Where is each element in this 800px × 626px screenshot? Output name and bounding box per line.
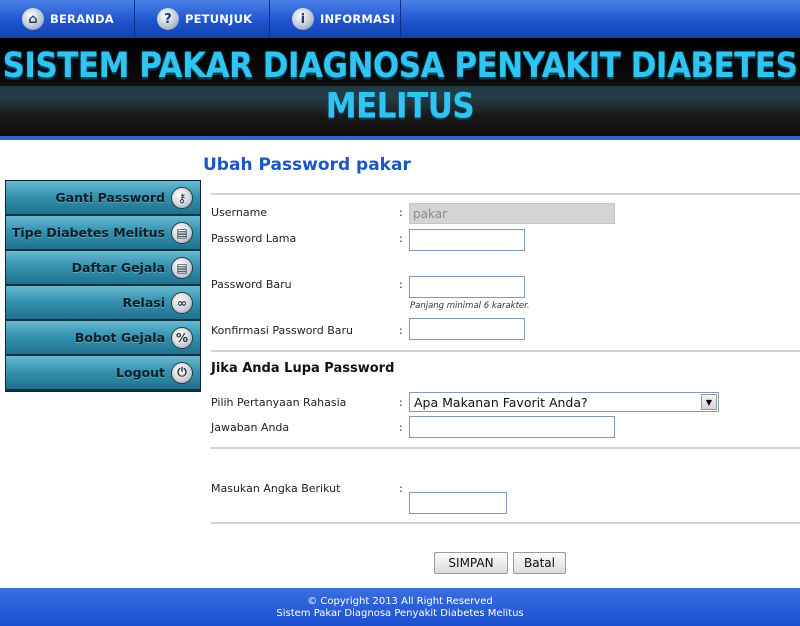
divider — [211, 350, 800, 352]
colon: : — [399, 396, 403, 409]
recovery-heading: Jika Anda Lupa Password — [211, 361, 395, 376]
link-icon: ∞ — [171, 291, 193, 314]
nav-beranda[interactable]: ⌂ BERANDA — [0, 0, 135, 38]
confirm-password-field[interactable] — [409, 318, 525, 340]
divider — [211, 522, 800, 524]
percent-icon: % — [171, 326, 193, 349]
password-hint: Panjang minimal 6 karakter. — [410, 301, 530, 311]
top-navigation: ⌂ BERANDA ? PETUNJUK i INFORMASI — [0, 0, 800, 38]
dropdown-arrow-icon[interactable]: ▼ — [701, 394, 717, 410]
footer: © Copyright 2013 All Right Reserved Sist… — [0, 588, 800, 626]
sidebar-menu: Ganti Password ⚷ Tipe Diabetes Melitus ▤… — [5, 180, 201, 392]
sidebar-item-label: Relasi — [122, 295, 165, 310]
document-icon: ▤ — [171, 221, 193, 244]
new-password-field[interactable] — [409, 276, 525, 298]
copyright-text: © Copyright 2013 All Right Reserved — [307, 596, 493, 607]
nav-label: PETUNJUK — [185, 12, 253, 26]
divider — [211, 447, 800, 449]
help-icon: ? — [157, 8, 179, 30]
answer-label: Jawaban Anda — [211, 421, 290, 434]
sidebar-item-label: Daftar Gejala — [71, 260, 165, 275]
nav-informasi[interactable]: i INFORMASI — [270, 0, 401, 38]
sidebar-item-ganti-password[interactable]: Ganti Password ⚷ — [6, 181, 200, 215]
key-icon: ⚷ — [171, 186, 193, 209]
header-banner: SISTEM PAKAR DIAGNOSA PENYAKIT DIABETES … — [0, 38, 800, 136]
sidebar-item-label: Bobot Gejala — [74, 330, 165, 345]
secret-question-select[interactable]: Apa Makanan Favorit Anda? ▼ — [409, 392, 719, 412]
username-label: Username — [211, 206, 268, 219]
captcha-field[interactable] — [409, 492, 507, 514]
sidebar-item-logout[interactable]: Logout ⏻ — [6, 356, 200, 390]
colon: : — [399, 324, 403, 337]
info-icon: i — [292, 8, 314, 30]
sidebar-item-bobot-gejala[interactable]: Bobot Gejala % — [6, 321, 200, 355]
nav-label: BERANDA — [50, 12, 114, 26]
banner-divider — [0, 136, 800, 140]
nav-label: INFORMASI — [320, 12, 396, 26]
colon: : — [399, 206, 403, 219]
confirm-password-label: Konfirmasi Password Baru — [211, 324, 354, 337]
old-password-field[interactable] — [409, 229, 525, 251]
new-password-label: Password Baru — [211, 278, 292, 291]
secret-question-value: Apa Makanan Favorit Anda? — [414, 394, 588, 410]
sidebar-item-label: Logout — [116, 365, 165, 380]
page-title: Ubah Password pakar — [203, 155, 411, 175]
sidebar-item-tipe-diabetes[interactable]: Tipe Diabetes Melitus ▤ — [6, 216, 200, 250]
banner-title: SISTEM PAKAR DIAGNOSA PENYAKIT DIABETES … — [2, 45, 798, 127]
sidebar-item-label: Ganti Password — [55, 190, 165, 205]
cancel-button[interactable]: Batal — [513, 552, 566, 574]
footer-app-name: Sistem Pakar Diagnosa Penyakit Diabetes … — [276, 608, 524, 619]
colon: : — [399, 482, 403, 495]
nav-petunjuk[interactable]: ? PETUNJUK — [135, 0, 270, 38]
colon: : — [399, 232, 403, 245]
answer-field[interactable] — [409, 416, 615, 438]
sidebar-item-relasi[interactable]: Relasi ∞ — [6, 286, 200, 320]
colon: : — [399, 421, 403, 434]
power-icon: ⏻ — [171, 361, 193, 384]
old-password-label: Password Lama — [211, 232, 297, 245]
document-icon: ▤ — [171, 256, 193, 279]
username-field — [409, 203, 615, 224]
divider — [211, 193, 800, 195]
sidebar-item-label: Tipe Diabetes Melitus — [11, 225, 165, 240]
captcha-label: Masukan Angka Berikut — [211, 482, 341, 495]
save-button[interactable]: SIMPAN — [434, 552, 508, 574]
sidebar-item-daftar-gejala[interactable]: Daftar Gejala ▤ — [6, 251, 200, 285]
secret-question-label: Pilih Pertanyaan Rahasia — [211, 396, 347, 409]
colon: : — [399, 278, 403, 291]
home-icon: ⌂ — [22, 8, 44, 30]
